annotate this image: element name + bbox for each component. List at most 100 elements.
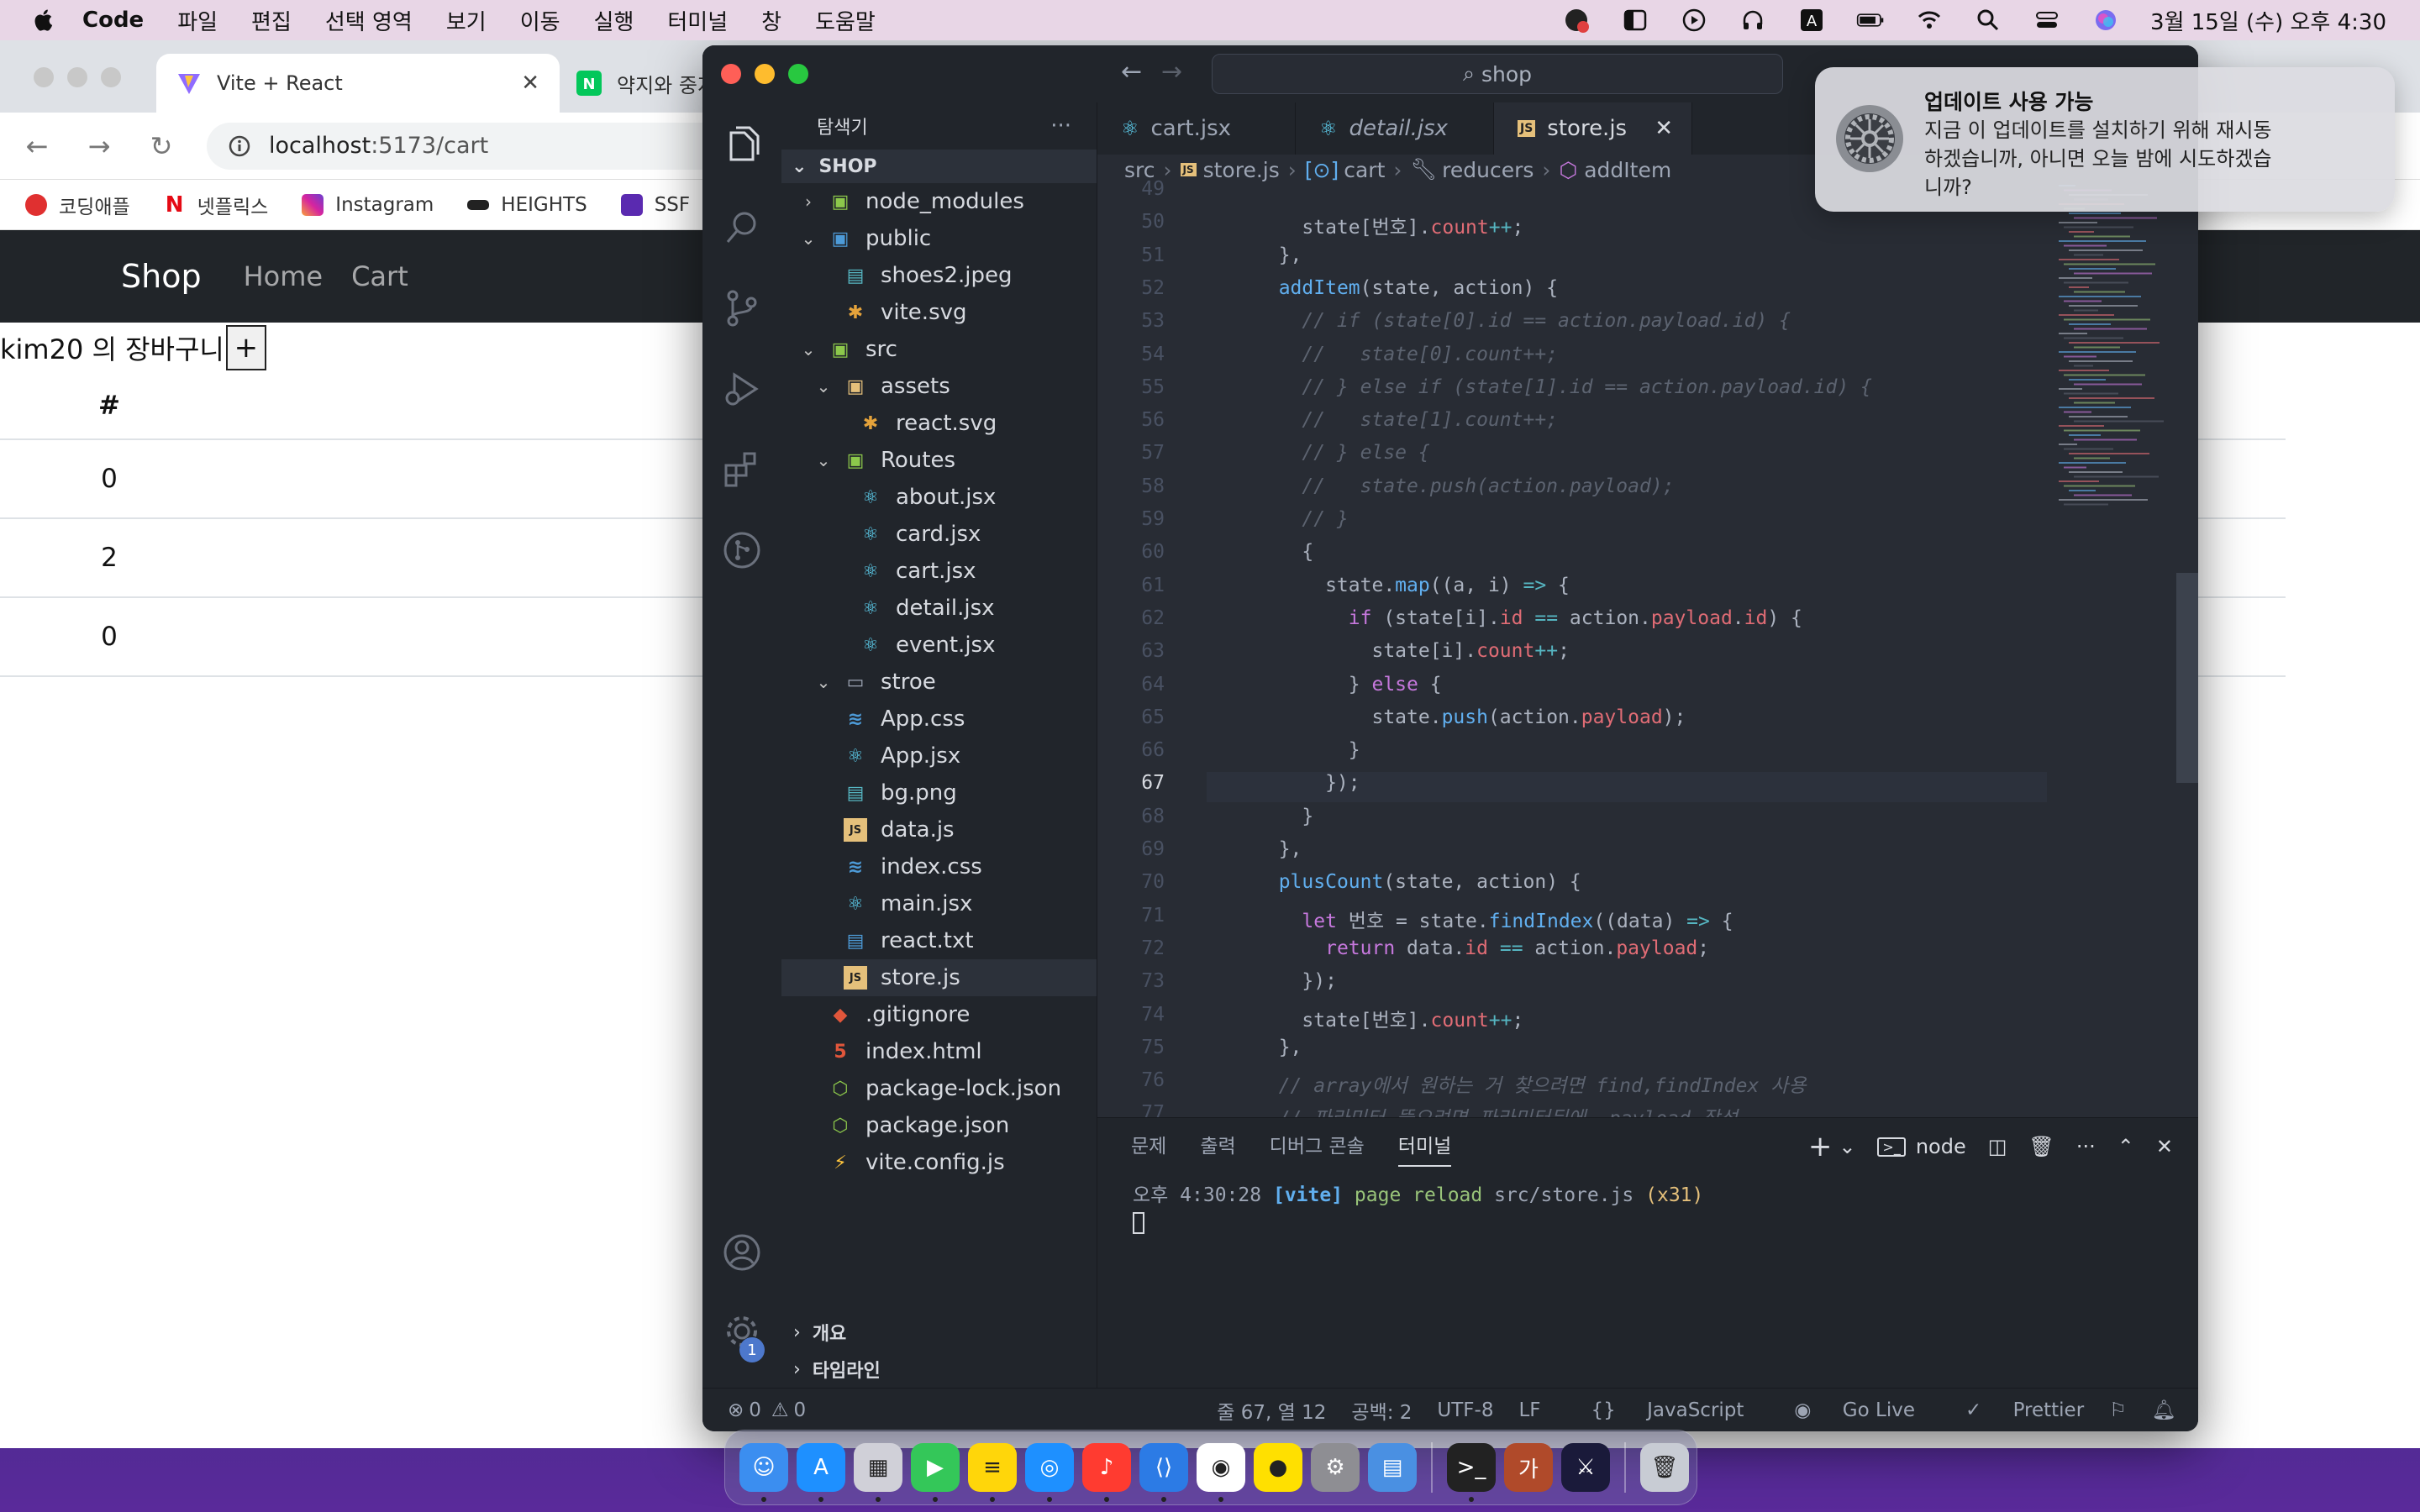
vs-code-icon[interactable]: ⟨⟩ xyxy=(1139,1443,1188,1502)
file-item[interactable]: ⬡ package.json xyxy=(781,1107,1097,1144)
breadcrumb-item[interactable]: store.js xyxy=(1203,158,1280,182)
editor-scrollbar[interactable] xyxy=(2176,573,2198,783)
error-count[interactable]: 0 xyxy=(749,1399,761,1421)
browser-tab-inactive[interactable]: N 약지와 중지 xyxy=(576,54,716,113)
menu-file[interactable]: 파일 xyxy=(177,5,218,36)
update-notification[interactable]: 업데이트 사용 가능 지금 이 업데이트를 설치하기 위해 재시동하겠습니까, … xyxy=(1815,67,2395,212)
error-icon[interactable]: ⊗ xyxy=(728,1399,744,1421)
explorer-icon[interactable] xyxy=(719,124,765,170)
launchpad-icon[interactable]: ▦ xyxy=(854,1443,902,1502)
menu-window[interactable]: 창 xyxy=(761,5,781,36)
safari-icon[interactable]: ◎ xyxy=(1025,1443,1074,1502)
league-of-legends-icon[interactable]: ⚔ xyxy=(1561,1443,1610,1492)
breadcrumb-item[interactable]: cart xyxy=(1344,158,1385,182)
file-item[interactable]: ▤ react.txt xyxy=(781,922,1097,959)
dictionary-icon[interactable]: 가 xyxy=(1504,1443,1553,1492)
outline-section[interactable]: › 개요 xyxy=(781,1314,1097,1351)
preview-icon[interactable]: ▤ xyxy=(1368,1443,1417,1492)
music-icon[interactable]: ♪ xyxy=(1082,1443,1131,1502)
forward-arrow-icon[interactable]: → xyxy=(84,130,114,162)
tab-detail-jsx[interactable]: ⚛ detail.jsx xyxy=(1296,102,1494,155)
folder-item[interactable]: ⌄ ▣ public xyxy=(781,220,1097,257)
indentation[interactable]: 공백: 2 xyxy=(1351,1396,1412,1425)
menu-app-name[interactable]: Code xyxy=(82,8,144,33)
command-center-search[interactable]: ⌕ shop xyxy=(1212,54,1783,94)
chrome-icon[interactable]: ◉ xyxy=(1197,1443,1245,1502)
warning-count[interactable]: 0 xyxy=(794,1399,807,1421)
search-icon[interactable] xyxy=(719,205,765,250)
close-icon[interactable]: ✕ xyxy=(1655,116,1673,141)
file-item[interactable]: ≋ index.css xyxy=(781,848,1097,885)
breadcrumb-item[interactable]: reducers xyxy=(1442,158,1534,182)
terminal-output[interactable]: 오후 4:30:28 [vite] page reload src/store.… xyxy=(1097,1179,2198,1234)
info-icon[interactable] xyxy=(227,134,252,159)
spotlight-search-icon[interactable] xyxy=(1974,6,2002,34)
bookmark-item[interactable]: Instagram xyxy=(302,193,434,216)
siri-icon[interactable] xyxy=(2091,6,2120,34)
browser-close-dot[interactable] xyxy=(34,67,54,87)
run-debug-icon[interactable] xyxy=(719,366,765,412)
sidebar-icon[interactable] xyxy=(1621,6,1649,34)
file-item[interactable]: ⚛ App.jsx xyxy=(781,738,1097,774)
extensions-icon[interactable] xyxy=(719,447,765,492)
file-item[interactable]: ▤ shoes2.jpeg xyxy=(781,257,1097,294)
menu-terminal[interactable]: 터미널 xyxy=(667,5,728,36)
file-item[interactable]: ⚛ about.jsx xyxy=(781,479,1097,516)
input-source-icon[interactable]: A xyxy=(1797,6,1826,34)
nav-link-home[interactable]: Home xyxy=(244,260,324,292)
source-control-icon[interactable] xyxy=(719,286,765,331)
close-dot[interactable] xyxy=(721,64,741,84)
minimize-dot[interactable] xyxy=(755,64,775,84)
terminal-shell-name[interactable]: node xyxy=(1916,1135,1966,1158)
creative-cloud-icon[interactable] xyxy=(1562,6,1591,34)
close-panel-icon[interactable]: ✕ xyxy=(2156,1135,2173,1158)
menu-help[interactable]: 도움말 xyxy=(815,5,876,36)
more-actions-icon[interactable]: ··· xyxy=(2076,1135,2096,1158)
encoding[interactable]: UTF-8 xyxy=(1437,1399,1493,1421)
folder-item[interactable]: › ▣ node_modules xyxy=(781,183,1097,220)
play-icon[interactable] xyxy=(1680,6,1708,34)
file-item[interactable]: ≋ App.css xyxy=(781,701,1097,738)
bookmark-item[interactable]: SSF xyxy=(620,193,690,216)
browser-zoom-dot[interactable] xyxy=(101,67,121,87)
file-item[interactable]: ▤ bg.png xyxy=(781,774,1097,811)
folder-item[interactable]: ⌄ ▣ src xyxy=(781,331,1097,368)
battery-icon[interactable] xyxy=(1856,6,1885,34)
zoom-dot[interactable] xyxy=(788,64,808,84)
code-editor[interactable]: 49 50 state[번호].count++; 51 }, 52 addItem(s… xyxy=(1097,178,2198,1130)
kakaotalk-icon[interactable]: ● xyxy=(1254,1443,1302,1492)
app-store-icon[interactable]: A xyxy=(797,1443,845,1502)
file-item[interactable]: ⚛ event.jsx xyxy=(781,627,1097,664)
wifi-icon[interactable] xyxy=(1915,6,1944,34)
browser-tab-active[interactable]: Vite + React ✕ xyxy=(156,54,560,113)
folder-item[interactable]: ⌄ ▣ Routes xyxy=(781,442,1097,479)
control-center-icon[interactable] xyxy=(2033,6,2061,34)
forward-arrow-icon[interactable]: → xyxy=(1161,57,1182,87)
facetime-icon[interactable]: ▶ xyxy=(911,1443,960,1502)
breadcrumb-item[interactable]: addItem xyxy=(1584,158,1671,182)
bookmark-item[interactable]: N 넷플릭스 xyxy=(163,191,268,219)
terminal-icon[interactable]: >_ xyxy=(1447,1443,1496,1502)
folder-item[interactable]: ⌄ ▭ stroe xyxy=(781,664,1097,701)
menu-run[interactable]: 실행 xyxy=(594,5,634,36)
finder-icon[interactable]: ☺ xyxy=(739,1443,788,1502)
cursor-position[interactable]: 줄 67, 열 12 xyxy=(1217,1396,1326,1425)
tab-store-js[interactable]: JS store.js ✕ xyxy=(1494,102,1692,155)
file-item[interactable]: ⚛ card.jsx xyxy=(781,516,1097,553)
file-item[interactable]: ⚛ cart.jsx xyxy=(781,553,1097,590)
feedback-icon[interactable]: ⚐ xyxy=(2109,1399,2127,1421)
file-item[interactable]: ✱ vite.svg xyxy=(781,294,1097,331)
git-graph-icon[interactable] xyxy=(719,528,765,573)
menu-go[interactable]: 이동 xyxy=(520,5,560,36)
split-terminal-icon[interactable]: ◫ xyxy=(1988,1135,2007,1158)
warning-icon[interactable]: ⚠ xyxy=(771,1399,789,1421)
more-actions-icon[interactable]: ··· xyxy=(1050,113,1071,139)
trash-icon[interactable]: 🗑︎ xyxy=(1640,1443,1689,1492)
close-icon[interactable]: ✕ xyxy=(521,71,539,96)
back-arrow-icon[interactable]: ← xyxy=(1121,57,1142,87)
reload-icon[interactable]: ↻ xyxy=(146,130,176,162)
end-of-line[interactable]: LF xyxy=(1518,1399,1540,1421)
menu-view[interactable]: 보기 xyxy=(446,5,487,36)
chevron-down-icon[interactable]: ⌄ xyxy=(1839,1135,1855,1158)
bookmark-item[interactable]: HEIGHTS xyxy=(467,194,587,216)
